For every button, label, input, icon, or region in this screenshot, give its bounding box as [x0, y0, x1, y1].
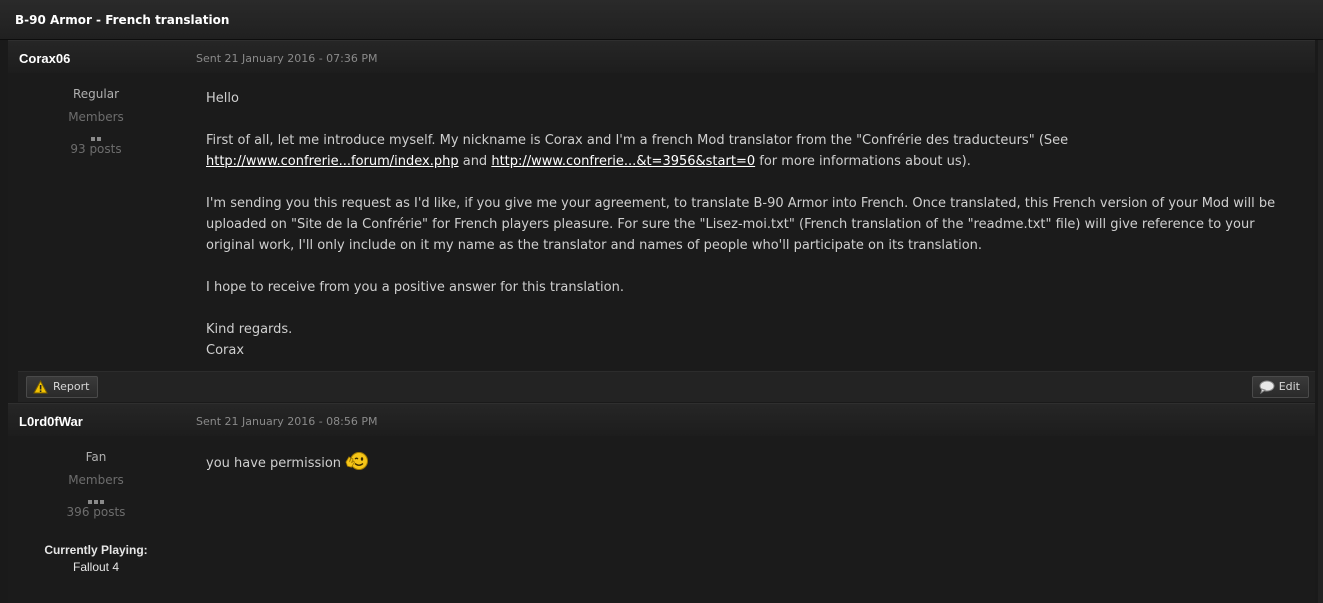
post-date: Sent 21 January 2016 - 07:36 PM [196, 52, 378, 65]
speech-bubble-edit-icon [1259, 380, 1275, 394]
report-button[interactable]: Report [26, 376, 99, 398]
author-info: Fan Members 396 posts Currently Playing:… [8, 450, 184, 574]
post-header: Corax06 Sent 21 January 2016 - 07:36 PM [8, 40, 1315, 73]
rank-pip [97, 136, 101, 141]
text-span: Kind regards. [206, 322, 293, 337]
author-info: Regular Members 93 posts [8, 87, 184, 156]
text-span: Corax [206, 343, 245, 358]
post-paragraph: Hello [206, 91, 239, 106]
post-count: 93 posts [70, 142, 122, 156]
author-name[interactable]: L0rd0fWar [19, 414, 83, 429]
rank-pips [8, 128, 184, 141]
post-count: 396 posts [66, 505, 126, 519]
post-paragraph: Kind regards. Corax [206, 319, 1306, 361]
message-thread: B-90 Armor - French translation Corax06 … [0, 0, 1323, 603]
scrollbar[interactable] [1318, 40, 1323, 603]
report-label: Report [53, 380, 90, 393]
rank-pip [88, 499, 92, 504]
rank-pip [100, 499, 104, 504]
post: Corax06 Sent 21 January 2016 - 07:36 PM … [8, 40, 1315, 402]
post-body: Hello First of all, let me introduce mys… [206, 88, 1306, 361]
post-date: Sent 21 January 2016 - 08:56 PM [196, 415, 378, 428]
confrerie-forum-link[interactable]: http://www.confrerie...forum/index.php [206, 154, 459, 169]
member-rank: Regular [72, 87, 120, 101]
post-paragraph: I'm sending you this request as I'd like… [206, 196, 1276, 253]
text-span: for more informations about us). [755, 154, 971, 169]
post-body: you have permission [206, 451, 1306, 499]
topic-title: B-90 Armor - French translation [15, 13, 230, 27]
post-actions: Report Edit [18, 371, 1315, 402]
member-rank: Fan [85, 450, 107, 464]
text-span: First of all, let me introduce myself. M… [206, 133, 1069, 148]
author-name[interactable]: Corax06 [19, 51, 70, 66]
post-header: L0rd0fWar Sent 21 January 2016 - 08:56 P… [8, 403, 1315, 436]
wink-wave-icon [344, 451, 370, 478]
currently-playing-label: Currently Playing: [44, 543, 148, 557]
topic-header: B-90 Armor - French translation [0, 0, 1323, 40]
edit-label: Edit [1278, 380, 1300, 393]
warning-icon [33, 380, 48, 394]
text-span: you have permission [206, 456, 342, 471]
rank-pip [91, 136, 95, 141]
currently-playing-value: Fallout 4 [72, 560, 120, 574]
post: L0rd0fWar Sent 21 January 2016 - 08:56 P… [8, 403, 1315, 603]
edit-button[interactable]: Edit [1251, 376, 1309, 398]
post-paragraph: you have permission [206, 451, 1306, 478]
post-paragraph: I hope to receive from you a positive an… [206, 280, 624, 295]
text-span: and [458, 154, 492, 169]
rank-pip [94, 499, 98, 504]
member-group: Members [68, 473, 124, 487]
member-group: Members [68, 110, 124, 124]
post-paragraph: First of all, let me introduce myself. M… [206, 130, 1306, 172]
confrerie-topic-link[interactable]: http://www.confrerie...&t=3956&start=0 [491, 154, 755, 169]
rank-pips [8, 491, 184, 504]
